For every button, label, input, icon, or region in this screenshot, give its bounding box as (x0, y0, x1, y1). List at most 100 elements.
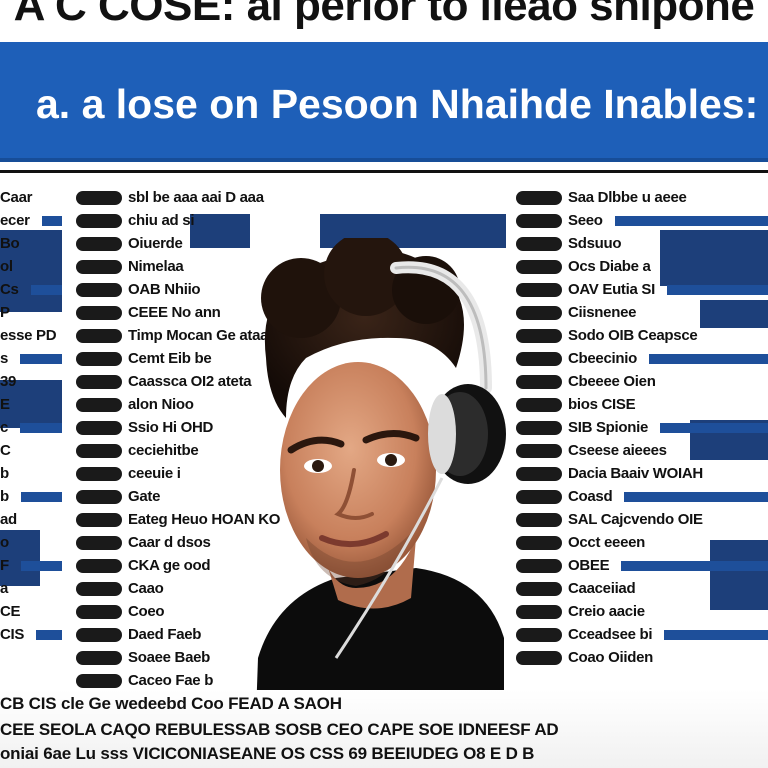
column-text: o (0, 534, 9, 551)
bullet-mark (76, 581, 122, 596)
highlight-bar (20, 422, 62, 433)
highlight-bar (624, 491, 768, 502)
person-with-headphones-image (256, 232, 506, 716)
column-text: esse PD (0, 327, 57, 344)
text-line: Sdsuuo (516, 232, 768, 255)
bullet-mark (516, 535, 562, 550)
text-line: C (0, 439, 62, 462)
footer-line: CEE SEOLA CAQO REBULESSAB SOSB CEO CAPE … (0, 720, 559, 739)
text-line: s (0, 347, 62, 370)
bullet-mark (516, 443, 562, 458)
bullet-mark (76, 673, 122, 688)
column-text: OAB Nhiio (128, 281, 201, 298)
column-text: Cbeecinio (568, 350, 637, 367)
column-text: alon Nioo (128, 396, 194, 413)
highlight-bar (20, 353, 62, 364)
column-text: ceeuie i (128, 465, 181, 482)
column-text: ceciehitbe (128, 442, 199, 459)
column-text: Daed Faeb (128, 626, 202, 643)
text-line: Ciisnenee (516, 301, 768, 324)
footer-line: CB CIS cle Ge wedeebd Coo FEAD A SAOH (0, 694, 342, 713)
text-line: Dacia Baaiv WOIAH (516, 462, 768, 485)
bullet-mark (516, 489, 562, 504)
column-text: Caar d dsos (128, 534, 211, 551)
bullet-mark (516, 581, 562, 596)
column-text: Seeo (568, 212, 603, 229)
highlight-bar (20, 491, 62, 502)
bullet-mark (76, 397, 122, 412)
text-line: Caaceiiad (516, 577, 768, 600)
column-text: b (0, 465, 9, 482)
page-title: A C COSE: al perior to lieao snipone (13, 0, 755, 30)
bullet-mark (516, 236, 562, 251)
column-text: Coasd (568, 488, 613, 505)
divider-rule (0, 170, 768, 173)
text-line: Coasd (516, 485, 768, 508)
column-text: Cbeeee Oien (568, 373, 656, 390)
highlight-bar (36, 629, 62, 640)
highlight-bar (666, 284, 768, 295)
column-text: Occt eeeen (568, 534, 646, 551)
highlight-bar (621, 560, 768, 571)
column-text: Ciisnenee (568, 304, 637, 321)
bullet-mark (76, 282, 122, 297)
column-text: Sdsuuo (568, 235, 622, 252)
bullet-mark (76, 558, 122, 573)
column-text: Dacia Baaiv WOIAH (568, 465, 703, 482)
column-text: CEEE No ann (128, 304, 221, 321)
bullet-mark (76, 443, 122, 458)
text-line: OBEE (516, 554, 768, 577)
text-line: E (0, 393, 62, 416)
bullet-mark (76, 305, 122, 320)
bullet-mark (76, 328, 122, 343)
bullet-mark (76, 213, 122, 228)
column-text: Cseese aieees (568, 442, 667, 459)
bullet-mark (76, 650, 122, 665)
text-line: CE (0, 600, 62, 623)
column-text: OBEE (568, 557, 610, 574)
column-text: P (0, 304, 10, 321)
text-line: P (0, 301, 62, 324)
text-line: a (0, 577, 62, 600)
column-text: E (0, 396, 10, 413)
column-text: Sodo OIB Ceapsce (568, 327, 698, 344)
column-text: Ssio Hi OHD (128, 419, 214, 436)
text-line: sbl be aaa aai D aaa (76, 186, 506, 209)
right-column: Saa Dlbbe u aeee Seeo Sdsuuo Ocs Diabe a OAV… (516, 186, 768, 768)
column-text: Coeo (128, 603, 165, 620)
highlight-bar (41, 215, 62, 226)
text-line: Occt eeeen (516, 531, 768, 554)
page: A C COSE: al perior to lieao snipone a. … (0, 0, 768, 768)
column-text: C (0, 442, 11, 459)
bullet-mark (516, 282, 562, 297)
highlight-bar (664, 629, 768, 640)
column-text: a (0, 580, 9, 597)
text-line: b (0, 485, 62, 508)
text-line: Cbeecinio (516, 347, 768, 370)
bullet-mark (76, 512, 122, 527)
highlight-bar (20, 560, 62, 571)
bullet-mark (516, 305, 562, 320)
footer-line: oniai 6ae Lu sss VICICONIASEANE OS CSS 6… (0, 744, 535, 763)
text-line: c (0, 416, 62, 439)
text-line: CIS (0, 623, 62, 646)
text-line: Cceadsee bi (516, 623, 768, 646)
column-text: CE (0, 603, 21, 620)
column-text: Coao Oiiden (568, 649, 654, 666)
column-text: Cemt Eib be (128, 350, 212, 367)
bullet-mark (76, 190, 122, 205)
text-line: 39 (0, 370, 62, 393)
column-text: Soaee Baeb (128, 649, 211, 666)
column-text: sbl be aaa aai D aaa (128, 189, 264, 206)
column-text: b (0, 488, 9, 505)
column-text: Caaceiiad (568, 580, 636, 597)
bullet-mark (76, 604, 122, 619)
column-text: CKA ge ood (128, 557, 211, 574)
bullet-mark (76, 535, 122, 550)
bullet-mark (516, 190, 562, 205)
bullet-mark (516, 351, 562, 366)
column-text: Cs (0, 281, 19, 298)
column-text: Caar (0, 189, 33, 206)
text-line: Cseese aieees (516, 439, 768, 462)
text-line: Bo (0, 232, 62, 255)
